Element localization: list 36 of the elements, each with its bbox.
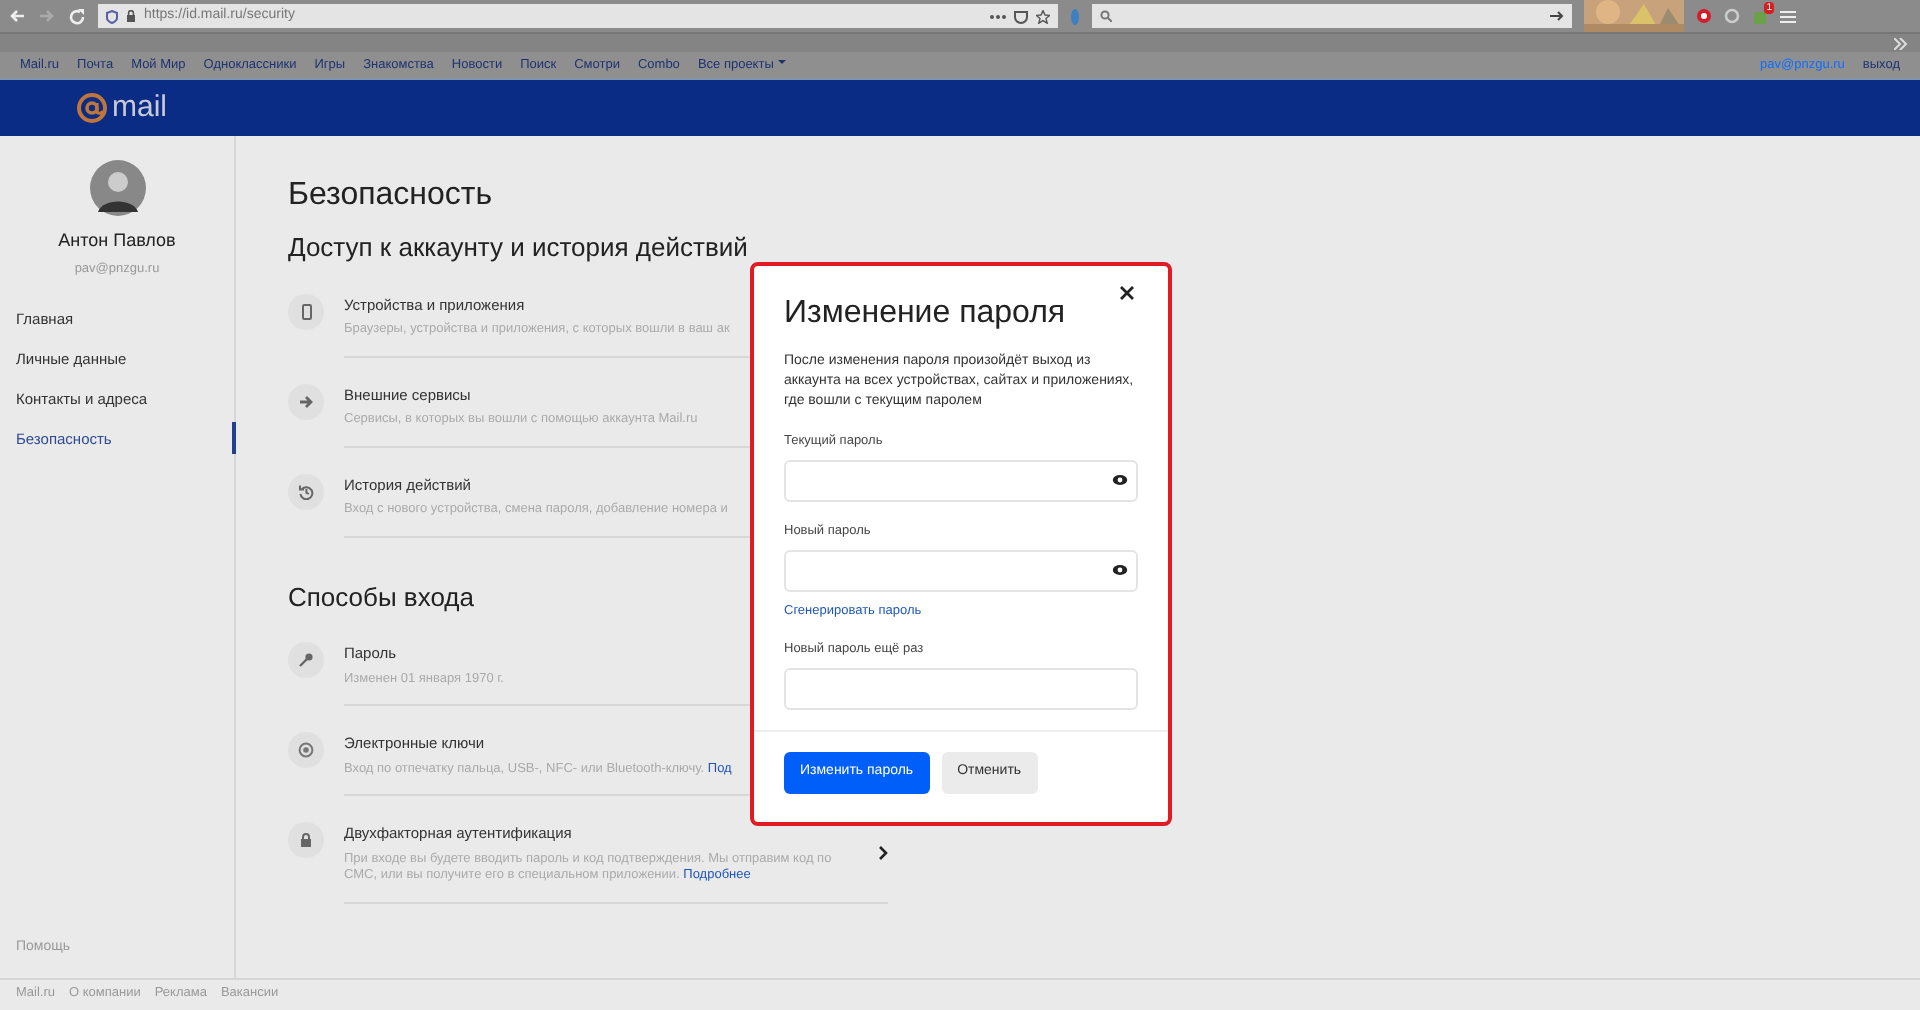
star-icon[interactable] [1036, 9, 1050, 23]
input-field[interactable] [784, 668, 1138, 710]
input-field[interactable] [784, 549, 1138, 591]
chevron-icon[interactable] [878, 845, 888, 860]
history-icon [298, 483, 314, 500]
close-button[interactable] [1116, 286, 1138, 300]
search-field[interactable] [1092, 4, 1572, 28]
key-icon [298, 652, 314, 669]
input-field[interactable] [784, 459, 1138, 502]
search-icon [1100, 10, 1112, 22]
at-icon [76, 92, 108, 124]
circle-icon[interactable] [1724, 8, 1740, 24]
phone-icon [298, 303, 314, 320]
reload-icon[interactable] [68, 7, 86, 25]
forward-icon[interactable] [38, 8, 56, 24]
puzzle-icon[interactable] [1752, 8, 1768, 24]
modal-title: Изменение пароля [784, 294, 1066, 333]
record-icon[interactable] [1696, 8, 1712, 24]
back-icon[interactable] [8, 8, 26, 24]
target-icon [298, 742, 314, 759]
eye-icon[interactable] [1112, 474, 1128, 487]
eye-icon[interactable] [1112, 564, 1128, 576]
logo-text: mail [112, 87, 168, 128]
user-name: Антон Павлов [56, 228, 178, 254]
section-title: Доступ к аккаунту и история действий [288, 232, 748, 264]
more-icon[interactable] [990, 13, 1006, 19]
pocket-icon[interactable] [1014, 9, 1028, 23]
page-title: Безопасность [288, 176, 493, 215]
section-title: Способы входа [288, 581, 474, 613]
shield-icon [106, 9, 118, 23]
arrow-icon [298, 393, 314, 410]
menu-icon[interactable] [1780, 9, 1796, 23]
lock-icon [298, 832, 314, 849]
lock-icon [126, 10, 136, 22]
avatar [89, 160, 145, 216]
arrow-icon[interactable] [1550, 10, 1564, 22]
